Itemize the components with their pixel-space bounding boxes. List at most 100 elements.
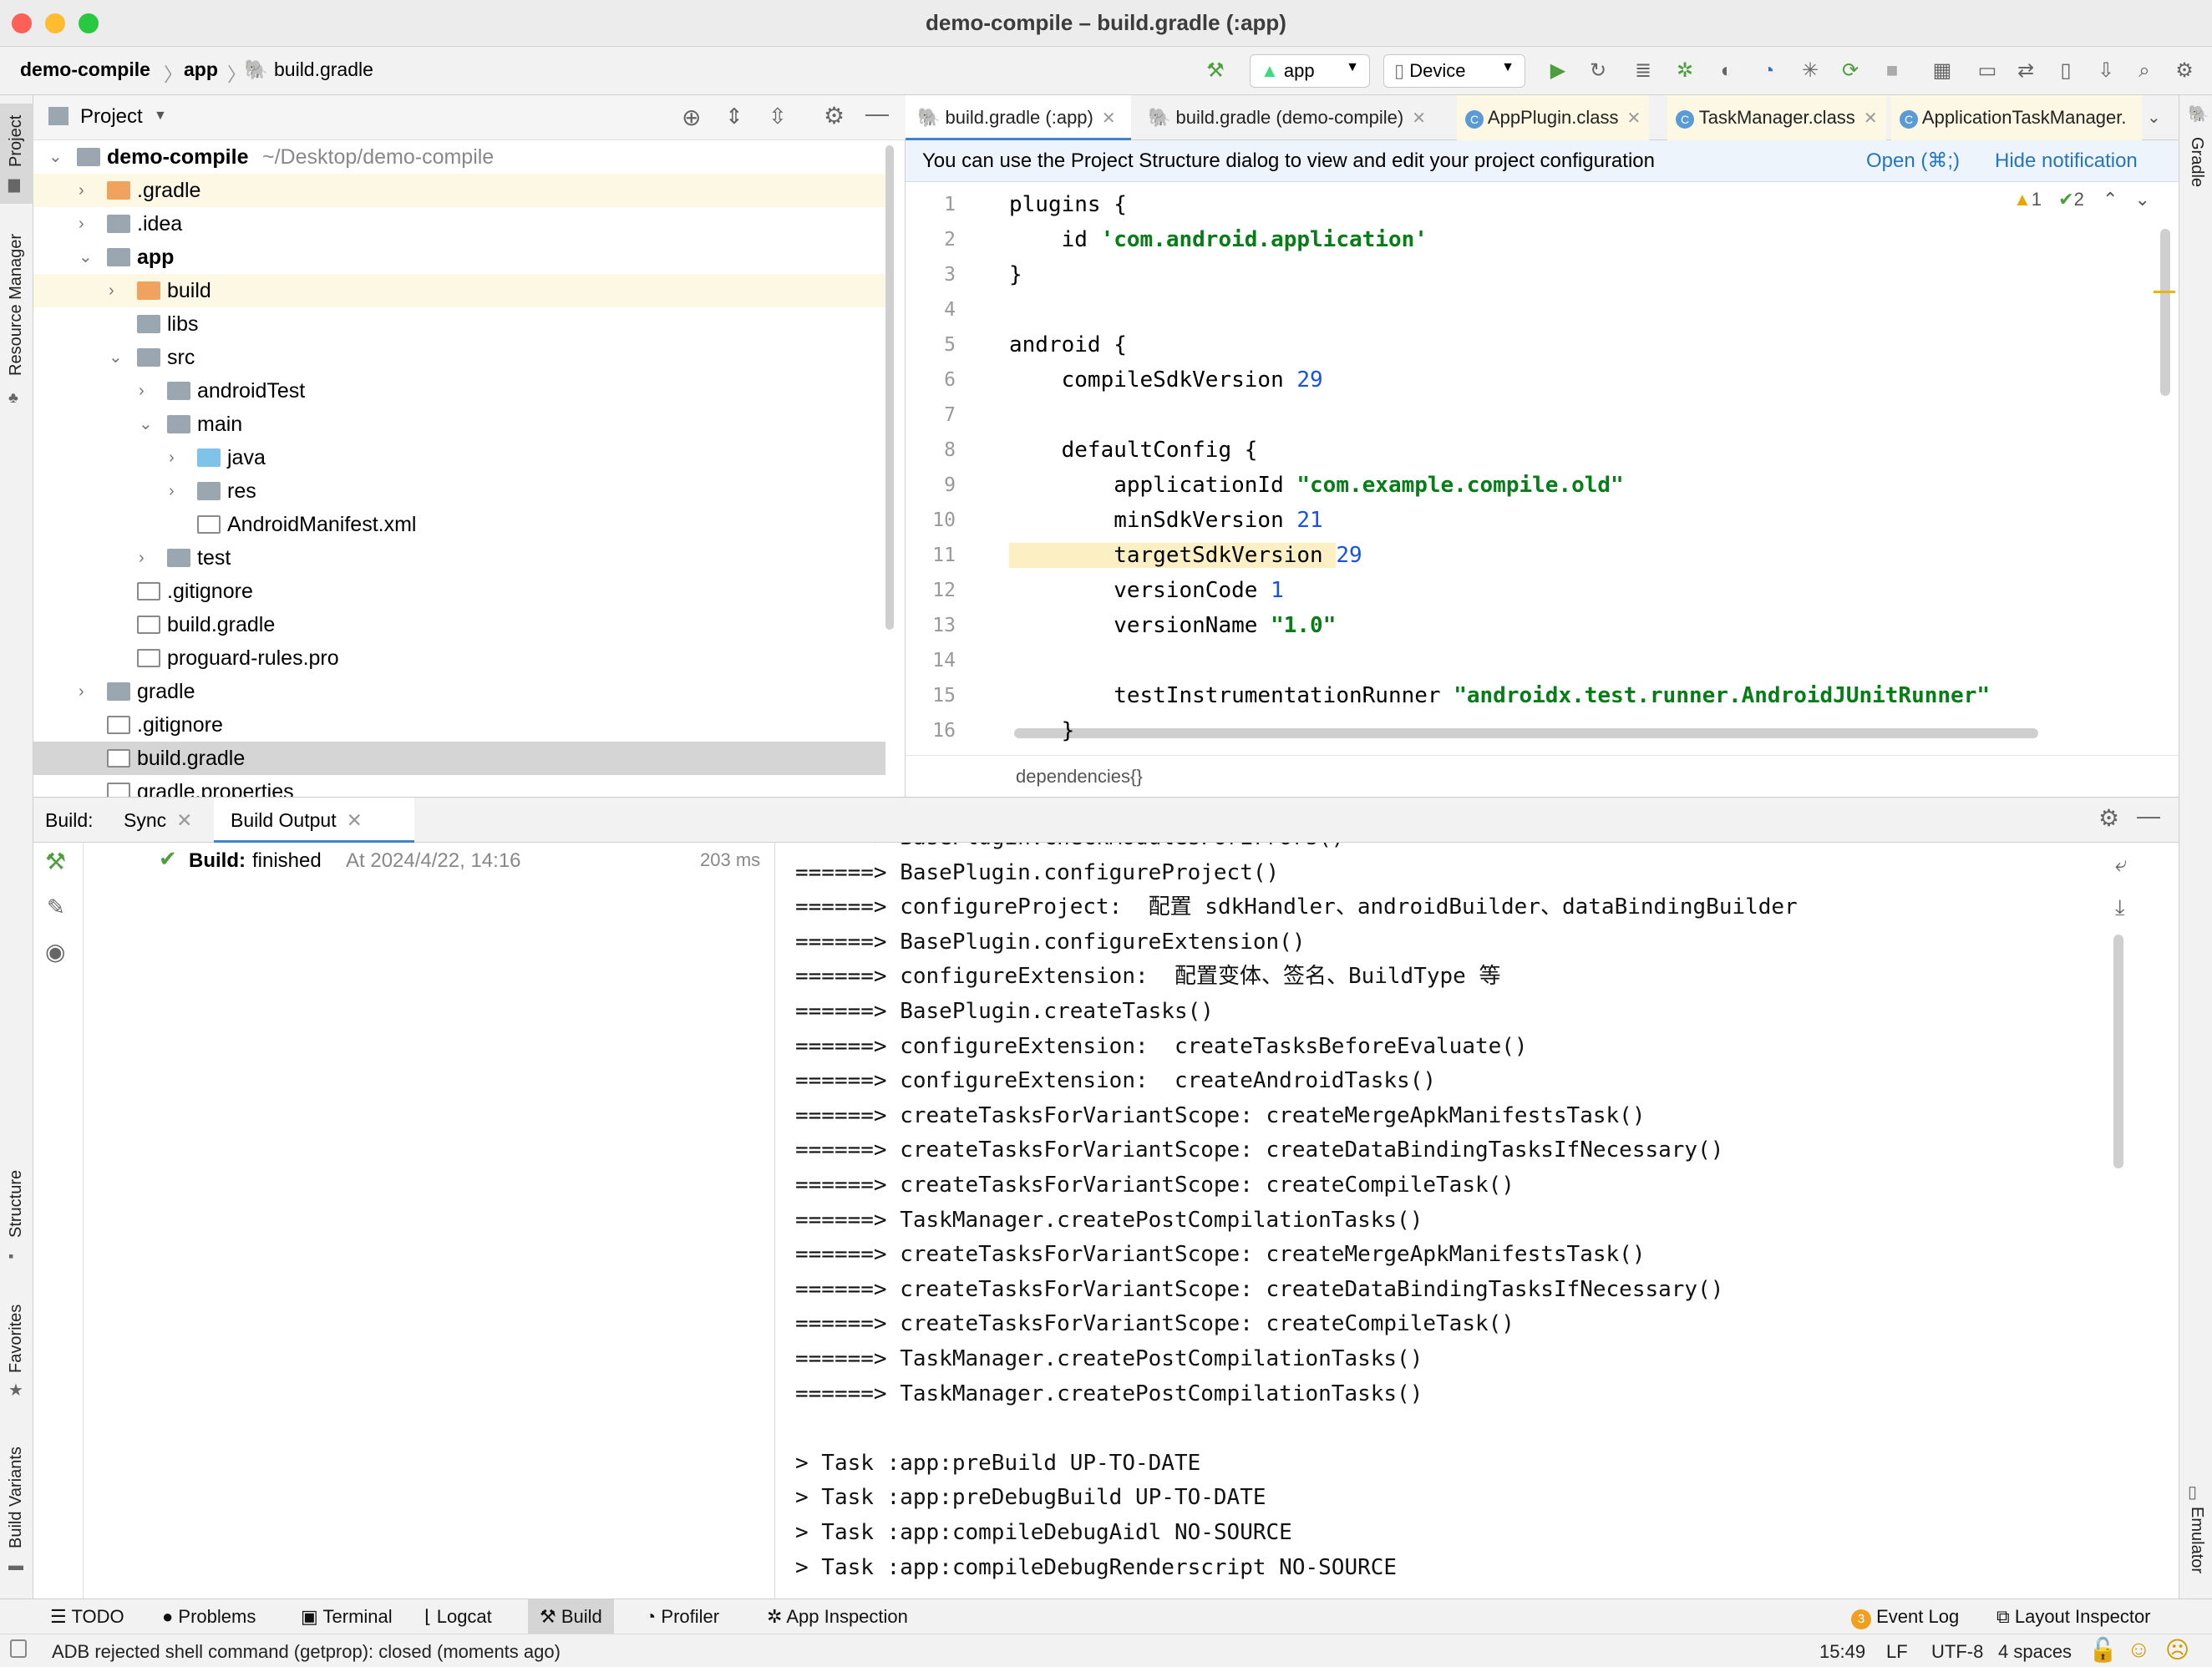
device-selector[interactable]: ▯ Device ▼ [1383,54,1525,88]
chevron-right-icon[interactable]: › [139,541,159,575]
logcat-tool-button[interactable]: ⌊ Logcat [424,1599,492,1634]
resource-manager-tool-label[interactable]: Resource Manager [7,234,26,376]
coverage-icon[interactable]: ✳ [1798,58,1823,84]
project-view-selector[interactable]: Project [80,105,143,129]
locate-file-icon[interactable]: ⊕ [682,104,701,131]
build-tool-button[interactable]: ⚒ Build [528,1599,614,1634]
tree-item[interactable]: › build [33,274,885,307]
tab-applicationtaskmanager-class[interactable]: C ApplicationTaskManager. [1891,95,2142,140]
tree-item[interactable]: › gradle [33,675,885,708]
tree-item[interactable]: libs [33,307,885,341]
settings-icon[interactable]: ⚙ [824,102,845,129]
chevron-right-icon[interactable]: › [79,207,99,241]
hide-panel-icon[interactable]: — [865,100,889,127]
rebuild-hammer-icon[interactable]: ⚒ [45,848,66,875]
build-status-row[interactable]: ✔ Build: finished At 2024/4/22, 14:16 20… [84,843,775,879]
chevron-down-icon[interactable]: ⌄ [109,341,129,374]
event-log-tool-button[interactable]: 3 Event Log [1851,1599,1959,1634]
tree-item[interactable]: .gitignore [33,708,885,742]
scroll-to-end-icon[interactable]: ⤓ [2115,894,2125,921]
tab-build-gradle-app[interactable]: 🐘 build.gradle (:app) ✕ [917,95,1116,140]
tab-list-chevron-icon[interactable]: ⌄ [2147,107,2161,128]
chevron-down-icon[interactable]: ⌄ [79,241,99,274]
inspection-widget[interactable]: ▲1 ✔2 ⌃ ⌄ [2013,189,2150,210]
tree-item[interactable]: build.gradle [33,742,885,775]
sync-gradle-icon[interactable]: ⇄ [2013,58,2038,84]
tree-item[interactable]: › .idea [33,207,885,241]
line-separator[interactable]: LF [1886,1641,1908,1663]
debug-icon[interactable]: ✲ [1672,58,1697,84]
breadcrumb-file[interactable]: build.gradle [274,58,373,81]
settings-icon[interactable]: ⚙ [2172,58,2197,84]
profile-icon[interactable]: ◔ [1756,58,1781,84]
lock-icon[interactable]: 🔓 [2088,1636,2118,1664]
sad-feedback-icon[interactable]: ☹ [2165,1636,2189,1664]
caret-position[interactable]: 15:49 [1819,1641,1865,1663]
attach-debugger-icon[interactable]: ◐ [1714,58,1739,84]
tree-item[interactable]: proguard-rules.pro [33,641,885,675]
chevron-right-icon[interactable]: › [169,474,189,508]
tree-item[interactable]: AndroidManifest.xml [33,508,885,541]
run-icon[interactable]: ▶ [1545,58,1570,84]
file-encoding[interactable]: UTF-8 [1931,1641,1983,1663]
tab-taskmanager-class[interactable]: C TaskManager.class ✕ [1667,95,1886,140]
tree-item[interactable]: › java [33,441,885,474]
project-scrollbar[interactable] [885,145,894,630]
layout-inspector-tool-button[interactable]: ⧉ Layout Inspector [1996,1599,2151,1634]
tree-item[interactable]: ⌄ app [33,241,885,274]
build-console-output[interactable]: > Task :app:compileDebugRenderscript NO-… [775,843,2179,1599]
breadcrumb-module[interactable]: app [184,58,218,81]
code-breadcrumb[interactable]: dependencies{} [1016,766,1143,788]
editor-horizontal-scrollbar[interactable] [1014,728,2038,738]
happy-feedback-icon[interactable]: ☺ [2127,1636,2151,1663]
chevron-down-icon[interactable]: ⌄ [139,408,159,441]
soft-wrap-icon[interactable]: ⤶ [2115,851,2128,878]
device-manager-icon[interactable]: ▯ [2053,58,2078,84]
run-config-selector[interactable]: ▲ app ▼ [1250,54,1370,88]
tree-item[interactable]: › .gradle [33,174,885,207]
chevron-down-icon[interactable]: ▼ [154,109,167,124]
tree-item[interactable]: › res [33,474,885,508]
indent-setting[interactable]: 4 spaces [1998,1641,2072,1663]
chevron-down-icon[interactable]: ⌄ [48,140,68,174]
chevron-right-icon[interactable]: › [169,441,189,474]
tree-item[interactable]: gradle.properties [33,775,885,797]
tab-appplugin-class[interactable]: C AppPlugin.class ✕ [1457,95,1650,140]
editor-vertical-scrollbar[interactable] [2160,229,2170,396]
sdk-manager-icon[interactable]: ⇩ [2093,58,2118,84]
eye-icon[interactable]: ◉ [45,938,65,965]
gradle-tool-label[interactable]: Gradle [2187,137,2206,187]
chevron-right-icon[interactable]: › [139,374,159,408]
problems-tool-button[interactable]: ● Problems [162,1599,256,1634]
tree-item[interactable]: › androidTest [33,374,885,408]
tab-build-output[interactable]: Build Output ✕ [231,809,363,832]
run-tests-icon[interactable]: ⟳ [1838,58,1863,84]
project-tool-label[interactable]: Project [7,115,26,167]
tree-item[interactable]: ⌄ src [33,341,885,374]
open-project-structure-link[interactable]: Open (⌘;) [1866,140,1960,182]
breadcrumb-project[interactable]: demo-compile [20,58,150,81]
hide-notification-link[interactable]: Hide notification [1995,140,2138,182]
terminal-tool-button[interactable]: ▣ Terminal [301,1599,393,1634]
hide-panel-icon[interactable]: — [2137,803,2160,829]
tab-build-gradle-project[interactable]: 🐘 build.gradle (demo-compile) ✕ [1148,95,1426,140]
tree-item[interactable]: build.gradle [33,608,885,641]
favorites-tool-label[interactable]: Favorites [7,1305,26,1373]
collapse-all-icon[interactable]: ⇳ [769,104,787,129]
tree-item[interactable]: › test [33,541,885,575]
chevron-right-icon[interactable]: › [79,174,99,207]
structure-tool-label[interactable]: Structure [7,1170,26,1238]
build-variants-tool-label[interactable]: Build Variants [7,1447,26,1548]
app-inspection-tool-button[interactable]: ✲ App Inspection [767,1599,908,1634]
tree-item[interactable]: ⌄ main [33,408,885,441]
tree-item[interactable]: ⌄ demo-compile ~/Desktop/demo-compile [33,140,885,174]
chevron-right-icon[interactable]: › [79,675,99,708]
project-structure-icon[interactable]: ▦ [1930,58,1955,84]
tree-item[interactable]: .gitignore [33,575,885,608]
search-icon[interactable]: ⌕ [2132,58,2157,84]
tab-sync[interactable]: Sync ✕ [124,809,192,832]
toggle-tool-windows-icon[interactable] [10,1639,27,1658]
stop-icon[interactable]: ■ [1880,58,1905,84]
todo-tool-button[interactable]: ☰ TODO [50,1599,124,1634]
make-project-hammer-icon[interactable]: ⚒ [1203,58,1228,84]
